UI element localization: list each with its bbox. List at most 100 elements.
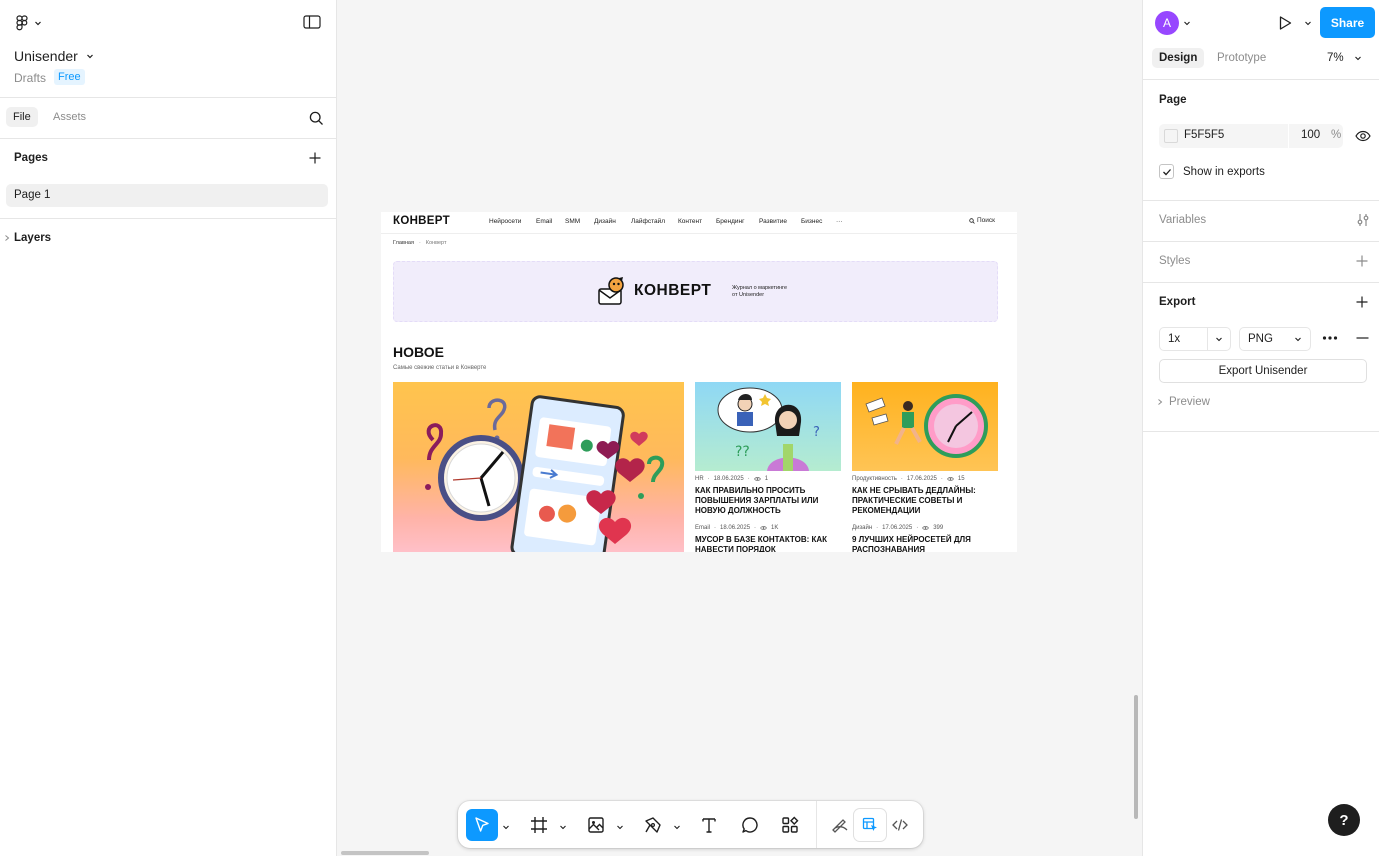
article-date: 17.06.2025 xyxy=(906,476,937,482)
divider xyxy=(1143,79,1379,80)
export-format-select[interactable]: PNG xyxy=(1239,327,1311,351)
meta-separator: · xyxy=(916,525,919,531)
frame-tool-button[interactable] xyxy=(523,809,555,841)
article-image: ?? ? xyxy=(695,382,841,471)
divider xyxy=(1143,241,1379,242)
text-icon xyxy=(700,816,718,834)
zoom-level: 7% xyxy=(1327,52,1344,64)
pen-tool-button[interactable] xyxy=(637,809,669,841)
article-title: МУСОР В БАЗЕ КОНТАКТОВ: КАК НАВЕСТИ ПОРЯ… xyxy=(695,535,828,552)
components-icon xyxy=(781,816,799,834)
draw-mode-button[interactable] xyxy=(824,809,856,841)
help-button[interactable]: ? xyxy=(1328,804,1360,836)
article-category: Дизайн xyxy=(852,525,873,531)
design-mode-icon xyxy=(862,817,878,833)
divider xyxy=(0,97,336,98)
more-options-icon[interactable] xyxy=(1322,333,1338,343)
layers-toggle[interactable]: Layers xyxy=(4,232,51,244)
comment-tool-button[interactable] xyxy=(734,809,766,841)
meta-separator: · xyxy=(900,476,903,482)
canvas[interactable]: КОНВЕРТ Нейросети Email SMM Дизайн Лайфс… xyxy=(337,0,1142,856)
avatar: A xyxy=(1155,11,1179,35)
plan-badge[interactable]: Free xyxy=(54,69,85,85)
chevron-down-icon xyxy=(1294,335,1302,343)
tab-assets[interactable]: Assets xyxy=(53,111,86,123)
search-icon[interactable] xyxy=(309,111,324,126)
tab-prototype[interactable]: Prototype xyxy=(1217,52,1266,64)
frame-unisender[interactable]: КОНВЕРТ Нейросети Email SMM Дизайн Лайфс… xyxy=(381,212,1017,552)
article-views: 1K xyxy=(771,525,779,531)
actions-button[interactable] xyxy=(774,809,806,841)
page-color-value[interactable]: F5F5F5 xyxy=(1184,129,1224,141)
banner-tagline-line: Журнал о маркетинге xyxy=(732,285,787,291)
code-icon xyxy=(891,816,909,834)
nav-item: Контент xyxy=(678,218,703,225)
article-illustration: ?? ? xyxy=(717,387,820,471)
add-export-icon[interactable] xyxy=(1356,296,1368,308)
dev-mode-button[interactable] xyxy=(884,809,916,841)
page-list-item[interactable]: Page 1 xyxy=(6,184,328,207)
chevron-down-icon xyxy=(34,19,42,27)
site-search-label: Поиск xyxy=(977,217,996,224)
article-meta: HR · 18.06.2025 · 1 xyxy=(695,476,768,482)
toggle-sidebar-icon[interactable] xyxy=(303,15,321,29)
eye-icon[interactable] xyxy=(1355,129,1371,143)
article-category: Email xyxy=(695,525,711,531)
show-in-exports-checkbox[interactable]: Show in exports xyxy=(1159,164,1265,179)
nav-item: Нейросети xyxy=(489,218,522,225)
file-name: Unisender xyxy=(14,48,78,64)
chevron-down-icon[interactable] xyxy=(616,820,624,830)
location-link[interactable]: Drafts xyxy=(14,71,46,85)
remove-export-icon[interactable] xyxy=(1356,333,1369,343)
chevron-down-icon[interactable] xyxy=(673,820,681,830)
pen-icon xyxy=(644,816,662,834)
article-views: 1 xyxy=(764,476,769,482)
page-color-field[interactable]: F5F5F5 100 % xyxy=(1159,124,1343,148)
nav-item: Дизайн xyxy=(594,218,616,225)
variables-settings-icon[interactable] xyxy=(1356,213,1370,227)
preview-toggle[interactable]: Preview xyxy=(1157,396,1210,408)
share-button[interactable]: Share xyxy=(1320,7,1375,38)
comment-icon xyxy=(741,816,759,834)
chevron-down-icon xyxy=(86,52,94,60)
meta-separator: · xyxy=(747,476,750,482)
tab-file[interactable]: File xyxy=(6,107,38,127)
tab-design[interactable]: Design xyxy=(1152,48,1205,68)
nav-item: Развитие xyxy=(759,218,787,225)
export-format-value: PNG xyxy=(1248,333,1273,345)
chevron-down-icon[interactable] xyxy=(1304,19,1312,27)
chevron-down-icon[interactable] xyxy=(502,820,510,830)
file-name-button[interactable]: Unisender xyxy=(14,47,94,65)
add-style-icon[interactable] xyxy=(1356,255,1368,267)
page-opacity-value[interactable]: 100 xyxy=(1301,129,1320,141)
preview-label: Preview xyxy=(1169,396,1210,408)
text-tool-button[interactable] xyxy=(693,809,725,841)
header-divider xyxy=(381,233,1017,234)
chevron-down-icon xyxy=(1215,335,1223,343)
move-tool-button[interactable] xyxy=(466,809,498,841)
checkbox[interactable] xyxy=(1159,164,1174,179)
add-page-icon[interactable] xyxy=(309,152,321,164)
main-menu-button[interactable] xyxy=(14,13,44,33)
article-meta: Дизайн · 17.06.2025 · 399 xyxy=(852,525,943,531)
breadcrumb: Главная · Конверт xyxy=(393,240,446,246)
check-icon xyxy=(1162,168,1171,175)
image-tool-button[interactable] xyxy=(580,809,612,841)
toolbar-divider xyxy=(816,801,817,848)
chevron-down-icon[interactable] xyxy=(559,820,567,830)
eye-icon xyxy=(922,525,930,531)
horizontal-scrollbar[interactable] xyxy=(341,851,429,855)
export-scale-select[interactable]: 1x xyxy=(1159,327,1231,351)
export-button[interactable]: Export Unisender xyxy=(1159,359,1367,383)
account-menu[interactable]: A xyxy=(1155,11,1191,35)
design-mode-button[interactable] xyxy=(854,809,886,841)
breadcrumb-separator: · xyxy=(418,240,421,246)
eye-icon xyxy=(947,476,954,482)
color-swatch[interactable] xyxy=(1164,129,1178,143)
vertical-scrollbar[interactable] xyxy=(1134,695,1138,819)
nav-item: Лайфстайл xyxy=(631,218,666,225)
banner-tagline-line: от Unisender xyxy=(732,292,765,298)
present-icon[interactable] xyxy=(1277,15,1293,31)
zoom-dropdown[interactable]: 7% xyxy=(1327,52,1362,64)
hero-banner: КОНВЕРТ Журнал о маркетинге от Unisender xyxy=(393,261,998,322)
